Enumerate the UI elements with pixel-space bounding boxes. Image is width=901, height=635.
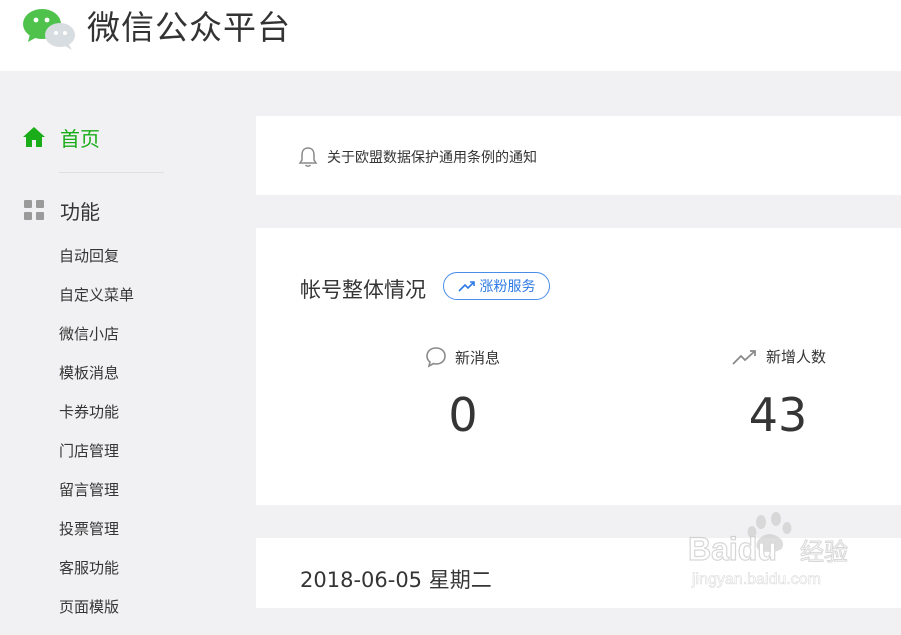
stat-label: 新增人数 (766, 348, 827, 366)
sidebar-item-coupons[interactable]: 卡券功能 (59, 401, 134, 440)
sidebar-item-page-templates[interactable]: 页面模版 (59, 596, 134, 635)
wechat-logo-icon[interactable] (22, 6, 78, 52)
chat-bubble-icon (426, 347, 446, 368)
sidebar-item-custom-menu[interactable]: 自定义菜单 (59, 284, 134, 323)
sidebar-item-functions[interactable]: 功能 (22, 196, 100, 224)
stat-new-messages[interactable]: 新消息 (425, 346, 500, 368)
home-icon (23, 127, 45, 147)
sidebar: 首页 功能 自动回复 自定义菜单 微信小店 模板消息 卡券功能 门店管理 留言管… (0, 71, 240, 616)
stat-value-new-messages[interactable]: 0 (403, 388, 523, 442)
watermark-url: jingyan.baidu.com (691, 571, 821, 588)
sidebar-item-store-management[interactable]: 门店管理 (59, 440, 134, 479)
growth-service-button[interactable]: 涨粉服务 (443, 272, 550, 300)
growth-service-label: 涨粉服务 (479, 279, 536, 295)
sidebar-item-template-message[interactable]: 模板消息 (59, 362, 134, 401)
current-date: 2018-06-05 星期二 (300, 568, 492, 592)
notice-link[interactable]: 关于欧盟数据保护通用条例的通知 (298, 146, 537, 168)
stat-value-new-users[interactable]: 43 (718, 388, 838, 442)
trend-up-icon (732, 349, 756, 365)
sidebar-item-auto-reply[interactable]: 自动回复 (59, 245, 134, 284)
bell-icon (298, 147, 318, 167)
sidebar-item-customer-service[interactable]: 客服功能 (59, 557, 134, 596)
stat-label: 新消息 (455, 348, 501, 367)
sidebar-item-comment-management[interactable]: 留言管理 (59, 479, 134, 518)
trend-up-icon (457, 281, 475, 292)
notice-text: 关于欧盟数据保护通用条例的通知 (327, 150, 537, 166)
stat-new-users[interactable]: 新增人数 (732, 346, 826, 367)
sidebar-item-wechat-store[interactable]: 微信小店 (59, 323, 134, 362)
notice-card: 关于欧盟数据保护通用条例的通知 (256, 116, 901, 195)
sidebar-item-label: 首页 (60, 126, 100, 151)
function-submenu: 自动回复 自定义菜单 微信小店 模板消息 卡券功能 门店管理 留言管理 投票管理… (59, 245, 134, 635)
section-title: 帐号整体情况 (300, 278, 426, 302)
app-title: 微信公众平台 (87, 8, 291, 47)
top-header: 微信公众平台 (0, 0, 901, 71)
watermark-suffix: 经验 (800, 538, 848, 566)
watermark-brand: Baidu (688, 531, 777, 567)
sidebar-item-vote-management[interactable]: 投票管理 (59, 518, 134, 557)
sidebar-item-home[interactable]: 首页 (22, 123, 100, 151)
grid-icon (24, 200, 44, 220)
sidebar-divider (59, 172, 164, 173)
account-overview-card: 帐号整体情况 涨粉服务 新消息 0 新增人数 43 (256, 228, 901, 505)
sidebar-item-label: 功能 (60, 199, 100, 224)
baidu-jingyan-watermark: Baidu 经验 jingyan.baidu.com (688, 512, 849, 588)
